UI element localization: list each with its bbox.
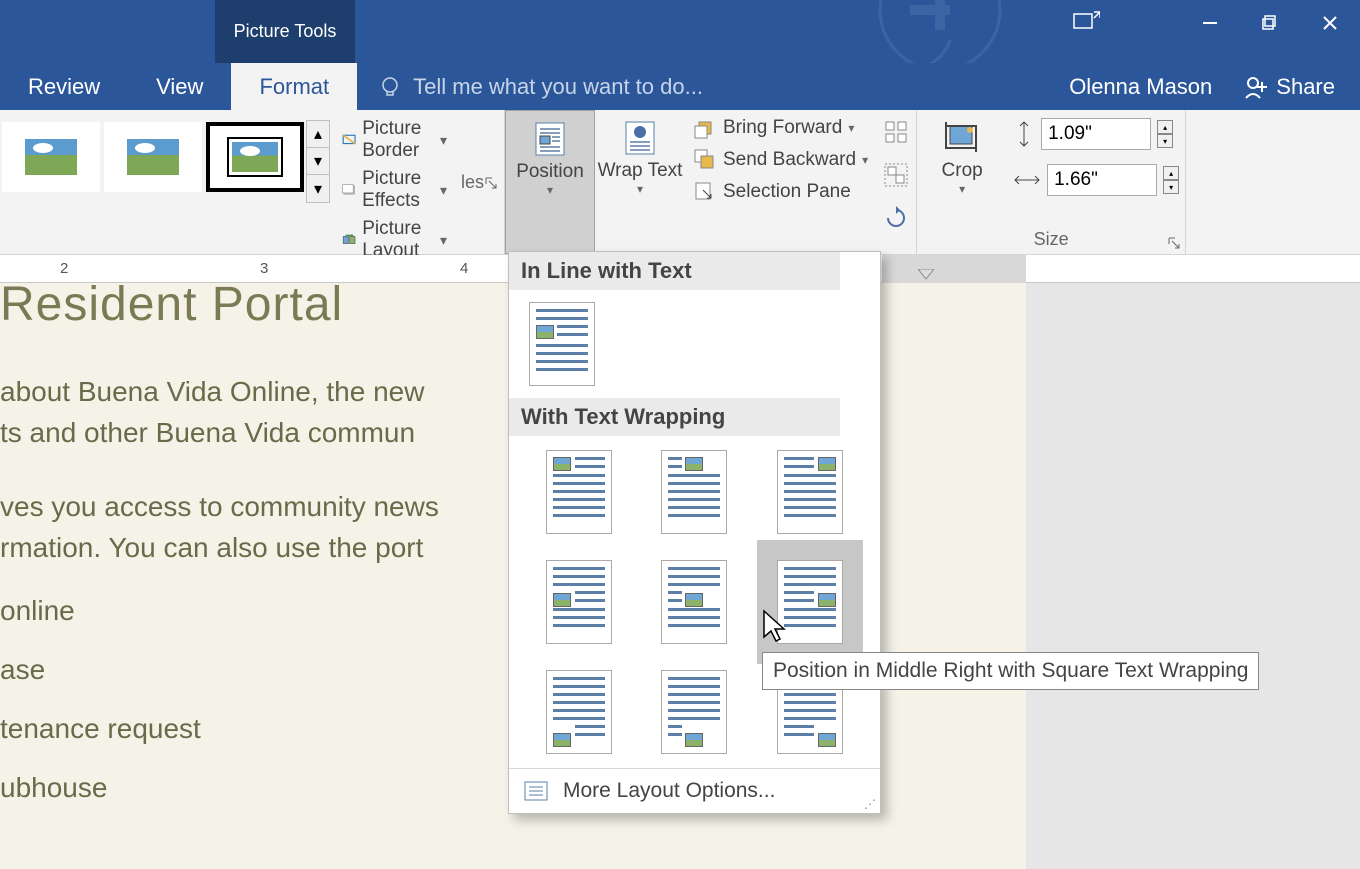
user-name[interactable]: Olenna Mason xyxy=(1069,74,1212,100)
width-icon xyxy=(1013,169,1041,191)
pos-middle-left[interactable] xyxy=(546,560,612,644)
tooltip: Position in Middle Right with Square Tex… xyxy=(762,652,1259,690)
tell-me-placeholder: Tell me what you want to do... xyxy=(413,74,703,100)
position-icon xyxy=(530,119,570,159)
bring-forward-label: Bring Forward xyxy=(723,117,842,139)
tab-review[interactable]: Review xyxy=(0,63,128,110)
position-inline-option[interactable] xyxy=(529,302,595,386)
tab-format[interactable]: Format xyxy=(231,63,357,110)
group-label-size: Size xyxy=(1034,229,1069,252)
picture-border-icon xyxy=(342,128,356,152)
rotate-button[interactable] xyxy=(882,204,910,237)
wrap-text-icon xyxy=(620,118,660,158)
selection-pane-label: Selection Pane xyxy=(723,181,851,203)
send-backward-label: Send Backward xyxy=(723,149,856,171)
picture-styles-gallery[interactable]: ▴ ▾ ▾ xyxy=(0,114,334,214)
dialog-launcher-styles[interactable] xyxy=(484,176,498,190)
group-arrange: Position ▾ Wrap Text ▾ Bring Forward ▾ S… xyxy=(505,110,917,254)
picture-border-label: Picture Border xyxy=(362,118,434,162)
rotate-icon xyxy=(882,204,910,232)
height-input[interactable] xyxy=(1041,118,1151,150)
tab-view[interactable]: View xyxy=(128,63,231,110)
wrap-text-button[interactable]: Wrap Text ▾ xyxy=(595,110,685,254)
group-picture-styles: ▴ ▾ ▾ Picture Border ▾ Picture Effects ▾… xyxy=(0,110,505,254)
wrap-text-label: Wrap Text xyxy=(598,160,683,182)
gallery-scroll: ▴ ▾ ▾ xyxy=(306,120,330,203)
picture-layout-icon xyxy=(342,228,356,252)
close-button[interactable] xyxy=(1300,0,1360,45)
minimize-button[interactable] xyxy=(1180,0,1240,45)
share-button[interactable]: Share xyxy=(1232,63,1345,110)
pos-bottom-left[interactable] xyxy=(546,670,612,754)
restore-button[interactable] xyxy=(1240,0,1300,45)
ribbon: ▴ ▾ ▾ Picture Border ▾ Picture Effects ▾… xyxy=(0,110,1360,255)
pos-middle-center[interactable] xyxy=(661,560,727,644)
lightbulb-icon xyxy=(377,74,403,100)
ribbon-tabs: Review View Format Tell me what you want… xyxy=(0,63,1360,110)
group-objects-button[interactable] xyxy=(882,161,910,194)
position-label: Position xyxy=(516,161,584,183)
position-button[interactable]: Position ▾ xyxy=(505,110,595,254)
height-down[interactable]: ▾ xyxy=(1157,134,1173,148)
share-label: Share xyxy=(1276,74,1335,100)
pos-bottom-center[interactable] xyxy=(661,670,727,754)
style-thumb-2[interactable] xyxy=(104,122,202,192)
height-input-row: ▴▾ xyxy=(1013,118,1179,150)
send-backward-icon xyxy=(693,148,717,172)
bring-forward-icon xyxy=(693,116,717,140)
group-label-styles: les xyxy=(461,172,484,195)
style-thumb-3-selected[interactable] xyxy=(206,122,304,192)
pos-top-left[interactable] xyxy=(546,450,612,534)
dropdown-section-wrap: With Text Wrapping xyxy=(509,398,880,436)
group-icon xyxy=(882,161,910,189)
group-size: Crop ▾ ▴▾ ▴▾ Size xyxy=(917,110,1186,254)
width-down[interactable]: ▾ xyxy=(1163,180,1179,194)
document-gutter xyxy=(1026,283,1360,869)
ribbon-display-options-button[interactable] xyxy=(1072,10,1100,39)
picture-effects-button[interactable]: Picture Effects ▾ xyxy=(342,168,447,212)
align-button[interactable] xyxy=(882,118,910,151)
gallery-down-button[interactable]: ▾ xyxy=(307,148,329,175)
title-bar: Picture Tools xyxy=(0,0,1360,63)
width-up[interactable]: ▴ xyxy=(1163,166,1179,180)
dialog-launcher-size[interactable] xyxy=(1167,236,1181,250)
ruler-tick-2: 2 xyxy=(60,260,68,277)
width-input[interactable] xyxy=(1047,164,1157,196)
width-input-row: ▴▾ xyxy=(1013,164,1179,196)
height-up[interactable]: ▴ xyxy=(1157,120,1173,134)
picture-border-button[interactable]: Picture Border ▾ xyxy=(342,118,447,162)
gallery-up-button[interactable]: ▴ xyxy=(307,121,329,148)
contextual-tab-label: Picture Tools xyxy=(215,0,355,63)
bring-forward-button[interactable]: Bring Forward ▾ xyxy=(693,116,868,140)
pos-top-right[interactable] xyxy=(777,450,843,534)
height-icon xyxy=(1013,120,1035,148)
dropdown-section-inline: In Line with Text xyxy=(509,252,880,290)
style-thumb-1[interactable] xyxy=(2,122,100,192)
selection-pane-button[interactable]: Selection Pane xyxy=(693,180,868,204)
picture-effects-label: Picture Effects xyxy=(362,168,434,212)
crop-icon xyxy=(940,116,984,160)
pos-top-center[interactable] xyxy=(661,450,727,534)
crop-label: Crop xyxy=(942,160,983,182)
more-layout-options[interactable]: More Layout Options... ⋰ xyxy=(509,768,880,813)
share-icon xyxy=(1242,74,1268,100)
picture-effects-icon xyxy=(342,178,356,202)
align-icon xyxy=(882,118,910,146)
ruler-tick-4: 4 xyxy=(460,260,468,277)
tell-me-search[interactable]: Tell me what you want to do... xyxy=(377,74,703,100)
resize-grip-icon: ⋰ xyxy=(864,797,876,811)
gallery-more-button[interactable]: ▾ xyxy=(307,175,329,202)
mouse-cursor-icon xyxy=(762,609,788,645)
ruler-tick-3: 3 xyxy=(260,260,268,277)
position-dropdown: In Line with Text With Text Wrapping Mor… xyxy=(508,251,881,814)
layout-options-icon xyxy=(523,780,549,802)
send-backward-button[interactable]: Send Backward ▾ xyxy=(693,148,868,172)
more-layout-label: More Layout Options... xyxy=(563,779,775,802)
selection-pane-icon xyxy=(693,180,717,204)
